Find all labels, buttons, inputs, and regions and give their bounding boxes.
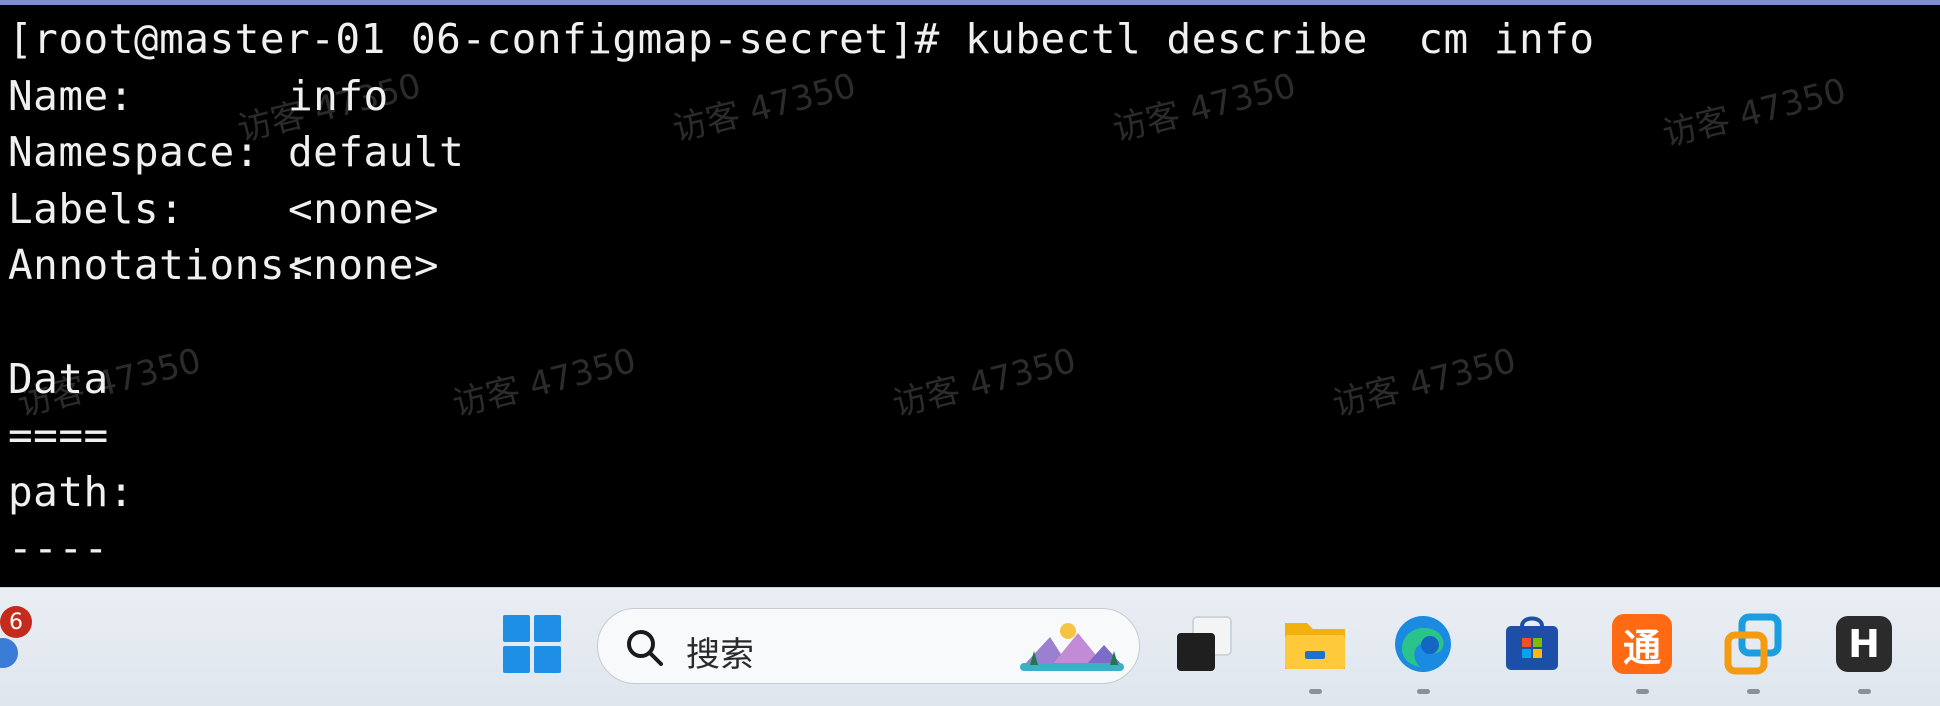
landscape-icon [1020,623,1124,671]
running-indicator [1309,689,1322,694]
h-app-button[interactable]: H [1828,608,1900,694]
field-label: Annotations: [8,241,311,290]
task-view-button[interactable] [1168,608,1240,680]
running-indicator [1636,689,1649,694]
watermark: 访客 47350 [1658,70,1850,155]
tong-app-button[interactable]: 通 [1606,608,1678,694]
edge-browser-button[interactable] [1387,608,1459,694]
vmware-icon [1724,613,1782,675]
file-explorer-icon [1285,623,1345,669]
command-prompt-line: [root@master-01 06-configmap-secret]# ku… [8,15,1595,63]
field-label: Labels: [8,184,185,233]
tong-app-icon: 通 [1612,614,1672,674]
data-heading: Data [8,354,109,403]
file-explorer-button[interactable] [1279,608,1351,694]
clipped-text-line: . . . . . . . [8,580,329,588]
windows-start-icon [503,615,561,673]
widget-icon [0,638,18,668]
running-indicator [1417,689,1430,694]
task-view-icon [1177,616,1232,671]
notification-badge: 6 [0,606,32,638]
start-button[interactable] [496,608,568,680]
search-placeholder: 搜索 [686,635,754,675]
field-label: Namespace: [8,128,260,177]
field-value: default [288,128,465,177]
data-key-label: path: [8,467,134,516]
data-key-rule: ---- [8,524,109,573]
field-name: Name: info [8,68,1595,125]
search-icon [627,630,663,666]
vmware-button[interactable] [1717,608,1789,694]
running-indicator [1747,689,1760,694]
data-rule: ==== [8,411,109,460]
notification-widget[interactable]: 6 [0,588,40,688]
field-namespace: Namespace: default [8,124,1595,181]
field-labels: Labels: <none> [8,181,1595,238]
field-label: Name: [8,71,134,120]
field-value: info [288,71,389,120]
field-annotations: Annotations:<none> [8,237,1595,294]
running-indicator [1858,689,1871,694]
search-box[interactable]: 搜索 [597,608,1140,684]
terminal-window[interactable]: [root@master-01 06-configmap-secret]# ku… [0,0,1940,587]
microsoft-store-button[interactable] [1496,608,1568,680]
edge-browser-icon [1395,616,1451,672]
field-value: <none> [288,184,440,233]
microsoft-store-icon [1506,616,1558,670]
h-app-icon: H [1836,616,1892,672]
taskbar: 6 搜索 通 H [0,587,1940,706]
field-value: <none> [288,241,440,290]
